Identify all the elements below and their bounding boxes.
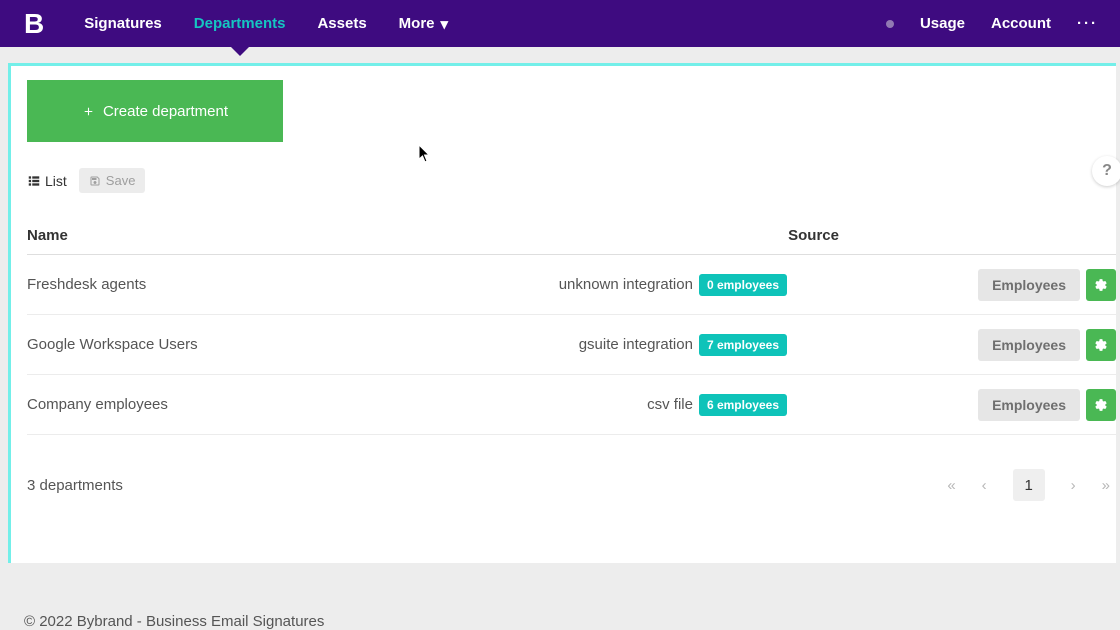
employee-count-badge: 0 employees <box>699 274 787 296</box>
nav-more-label: More <box>399 15 435 32</box>
status-indicator-icon <box>886 20 894 28</box>
save-button[interactable]: Save <box>79 168 146 193</box>
overflow-menu-icon[interactable]: ··· <box>1077 15 1098 32</box>
create-department-label: Create department <box>103 103 228 120</box>
save-button-label: Save <box>106 173 136 188</box>
dept-name: Company employees <box>27 396 427 413</box>
save-icon <box>89 175 101 187</box>
gear-icon <box>1094 398 1108 412</box>
employee-count-badge: 6 employees <box>699 394 787 416</box>
table-row: Company employees csv file 6 employees E… <box>27 375 1116 435</box>
nav-right: Usage Account ··· <box>886 15 1120 32</box>
header-name: Name <box>27 227 587 244</box>
main-panel: Create department ? List Save Name Sourc… <box>8 63 1116 563</box>
employees-button[interactable]: Employees <box>978 329 1080 361</box>
nav-signatures[interactable]: Signatures <box>84 0 162 47</box>
departments-table: Name Source Freshdesk agents unknown int… <box>27 227 1116 501</box>
list-view-toggle[interactable]: List <box>27 173 67 189</box>
footer-copyright: © 2022 Bybrand - Business Email Signatur… <box>24 613 324 630</box>
gear-icon <box>1094 278 1108 292</box>
list-view-label: List <box>45 173 67 189</box>
row-actions: Employees <box>787 389 1116 421</box>
toolbar: List Save <box>27 168 1116 193</box>
dept-source: gsuite integration <box>579 336 693 353</box>
list-icon <box>27 174 41 188</box>
department-count: 3 departments <box>27 477 123 494</box>
top-navbar: B Signatures Departments Assets More ▾ U… <box>0 0 1120 47</box>
dept-source-cell: unknown integration 0 employees <box>427 274 787 296</box>
page-last-icon[interactable]: » <box>1102 477 1110 494</box>
header-source: Source <box>587 227 867 244</box>
nav-assets[interactable]: Assets <box>317 0 366 47</box>
page-prev-icon[interactable]: ‹ <box>982 477 987 494</box>
row-actions: Employees <box>787 329 1116 361</box>
page-next-icon[interactable]: › <box>1071 477 1076 494</box>
settings-button[interactable] <box>1086 269 1116 301</box>
pagination: « ‹ 1 › » <box>947 469 1110 501</box>
nav-items: Signatures Departments Assets More ▾ <box>84 0 886 47</box>
settings-button[interactable] <box>1086 389 1116 421</box>
table-row: Freshdesk agents unknown integration 0 e… <box>27 255 1116 315</box>
table-row: Google Workspace Users gsuite integratio… <box>27 315 1116 375</box>
caret-down-icon: ▾ <box>441 15 449 33</box>
plus-icon <box>82 105 95 118</box>
help-button[interactable]: ? <box>1092 156 1120 186</box>
row-actions: Employees <box>787 269 1116 301</box>
dept-source-cell: csv file 6 employees <box>427 394 787 416</box>
dept-name: Freshdesk agents <box>27 276 427 293</box>
employee-count-badge: 7 employees <box>699 334 787 356</box>
employees-button[interactable]: Employees <box>978 389 1080 421</box>
table-footer: 3 departments « ‹ 1 › » <box>27 469 1116 501</box>
dept-source: unknown integration <box>559 276 693 293</box>
create-department-button[interactable]: Create department <box>27 80 283 142</box>
gear-icon <box>1094 338 1108 352</box>
page-first-icon[interactable]: « <box>947 477 955 494</box>
dept-source-cell: gsuite integration 7 employees <box>427 334 787 356</box>
nav-more-dropdown[interactable]: More ▾ <box>399 0 448 47</box>
dept-name: Google Workspace Users <box>27 336 427 353</box>
page-current[interactable]: 1 <box>1013 469 1045 501</box>
settings-button[interactable] <box>1086 329 1116 361</box>
nav-departments[interactable]: Departments <box>194 0 286 47</box>
question-mark-icon: ? <box>1102 162 1112 180</box>
table-header: Name Source <box>27 227 1116 255</box>
nav-account[interactable]: Account <box>991 15 1051 32</box>
nav-usage[interactable]: Usage <box>920 15 965 32</box>
employees-button[interactable]: Employees <box>978 269 1080 301</box>
dept-source: csv file <box>647 396 693 413</box>
brand-logo[interactable]: B <box>24 8 44 40</box>
